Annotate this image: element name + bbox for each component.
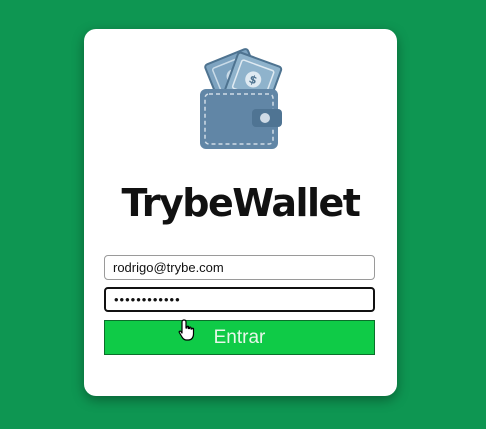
page-background: $ TrybeWallet Entrar: [0, 0, 486, 429]
login-button[interactable]: Entrar: [104, 320, 375, 355]
wallet-logo-icon: $: [200, 48, 283, 149]
hand-pointer-cursor-icon: [178, 319, 195, 341]
brand-title: TrybeWallet: [121, 181, 361, 225]
login-card: $ TrybeWallet Entrar: [84, 29, 397, 396]
email-input[interactable]: [104, 255, 375, 280]
password-input[interactable]: [104, 287, 375, 312]
